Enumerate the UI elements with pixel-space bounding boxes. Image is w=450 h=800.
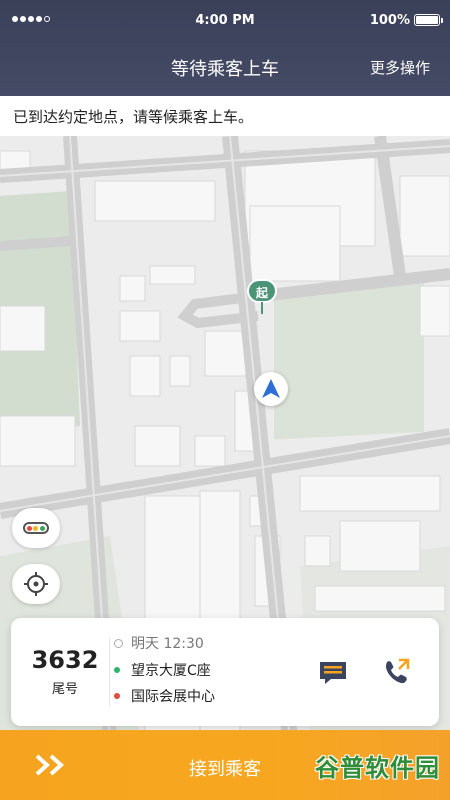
message-icon — [320, 662, 346, 684]
start-marker-label: 起 — [247, 279, 277, 303]
current-location-arrow-icon — [254, 372, 288, 406]
traffic-toggle-button[interactable] — [12, 508, 60, 548]
origin-address: 望京大厦C座 — [131, 663, 211, 679]
destination-dot-icon — [114, 693, 120, 699]
header: 4:00 PM 100% 等待乘客上车 更多操作 — [0, 0, 450, 96]
battery-icon — [414, 14, 443, 26]
pickup-time: 明天 12:30 — [131, 636, 204, 652]
status-bar: 4:00 PM 100% — [0, 0, 450, 40]
start-location-marker: 起 — [247, 279, 277, 319]
arrival-notice: 已到达约定地点，请等候乘客上车。 — [0, 96, 450, 136]
origin-dot-icon — [114, 667, 120, 673]
pickup-time-row: 明天 12:30 — [114, 633, 204, 653]
card-divider — [109, 638, 110, 706]
passenger-tail-number: 3632 — [31, 646, 99, 674]
call-passenger-button[interactable] — [381, 656, 413, 688]
clock-icon — [114, 638, 123, 648]
pickup-action-bar[interactable]: 接到乘客 谷普软件园 — [0, 730, 450, 800]
tail-number-label: 尾号 — [51, 682, 78, 697]
destination-address: 国际会展中心 — [131, 689, 215, 705]
crosshair-icon — [24, 572, 48, 596]
phone-call-icon — [385, 658, 410, 684]
destination-row: 国际会展中心 — [114, 686, 215, 706]
locate-me-button[interactable] — [12, 564, 60, 604]
more-actions-button[interactable]: 更多操作 — [370, 57, 430, 78]
message-button[interactable] — [317, 656, 349, 688]
traffic-light-icon — [23, 522, 49, 534]
origin-row: 望京大厦C座 — [114, 660, 211, 680]
watermark-logo: 谷普软件园 — [315, 754, 440, 782]
battery-percent: 100% — [369, 13, 410, 28]
order-card: 3632 尾号 明天 12:30 望京大厦C座 国际会展中心 — [11, 618, 439, 726]
